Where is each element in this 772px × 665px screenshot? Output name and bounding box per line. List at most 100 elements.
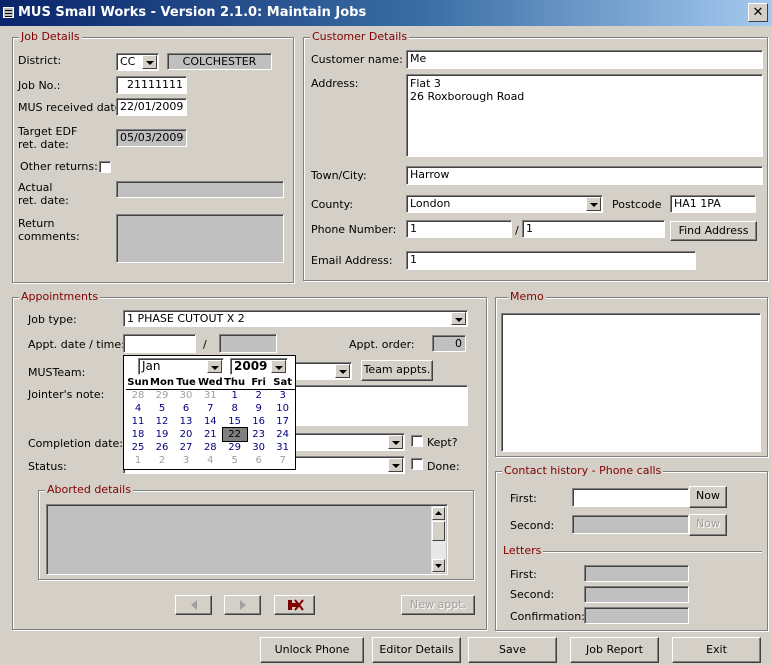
- calendar-day-cell[interactable]: 2: [150, 454, 174, 467]
- calendar-day-cell[interactable]: 8: [223, 402, 247, 415]
- calendar-day-cell[interactable]: 6: [174, 402, 198, 415]
- editor-details-button[interactable]: Editor Details: [372, 637, 461, 663]
- other-returns-checkbox[interactable]: [99, 161, 111, 173]
- calendar-day-cell[interactable]: 26: [150, 441, 174, 454]
- calendar-day-cell[interactable]: 19: [150, 428, 174, 441]
- calendar-day-cell[interactable]: 15: [223, 415, 247, 428]
- county-select[interactable]: London: [406, 195, 603, 213]
- calendar-day-cell[interactable]: 3: [271, 389, 295, 402]
- app-icon[interactable]: [3, 7, 14, 18]
- second-call-now-button[interactable]: Now: [689, 514, 727, 536]
- exit-button[interactable]: Exit: [672, 637, 761, 663]
- calendar-day-cell[interactable]: 27: [174, 441, 198, 454]
- delete-record-button[interactable]: [274, 595, 315, 615]
- chevron-down-icon[interactable]: [142, 55, 157, 69]
- calendar-day-cell[interactable]: 4: [198, 454, 223, 467]
- scroll-up-icon[interactable]: [432, 507, 445, 520]
- calendar-day-cell[interactable]: 31: [271, 441, 295, 454]
- done-checkbox[interactable]: [411, 458, 423, 470]
- phone-number-field[interactable]: 1: [522, 220, 665, 238]
- calendar-day-cell[interactable]: 7: [271, 454, 295, 467]
- calendar-day-cell[interactable]: 28: [126, 389, 150, 402]
- chevron-down-icon[interactable]: [335, 364, 350, 378]
- first-call-now-button[interactable]: Now: [689, 486, 727, 508]
- job-no-field[interactable]: 21111111: [116, 76, 187, 94]
- date-picker-calendar[interactable]: Jan 2009 Sun Mon Tue Wed Thu Fri Sat 28 29 30 31 1…: [123, 355, 296, 470]
- calendar-day-cell[interactable]: 12: [150, 415, 174, 428]
- appointments-title: Appointments: [19, 290, 101, 304]
- calendar-day-cell[interactable]: 11: [126, 415, 150, 428]
- find-address-button[interactable]: Find Address: [670, 221, 757, 241]
- calendar-day-cell[interactable]: 1: [223, 389, 247, 402]
- calendar-day-cell[interactable]: 30: [247, 441, 271, 454]
- calendar-day-header: Fri: [246, 376, 271, 390]
- calendar-month-select[interactable]: Jan: [138, 358, 224, 375]
- chevron-down-icon[interactable]: [586, 197, 601, 211]
- new-appt-button[interactable]: New appt.: [401, 595, 475, 615]
- calendar-day-cell[interactable]: 10: [271, 402, 295, 415]
- calendar-day-cell[interactable]: 18: [126, 428, 150, 441]
- district-code-select[interactable]: CC: [116, 53, 159, 71]
- calendar-day-cell[interactable]: 14: [198, 415, 223, 428]
- calendar-year-select[interactable]: 2009: [230, 358, 288, 375]
- chevron-down-icon[interactable]: [388, 458, 403, 472]
- calendar-day-cell[interactable]: 2: [247, 389, 271, 402]
- calendar-day-cell[interactable]: 24: [271, 428, 295, 441]
- calendar-day-cell[interactable]: 28: [198, 441, 223, 454]
- second-letter-field: [584, 586, 689, 603]
- appt-date-field[interactable]: [123, 334, 196, 353]
- calendar-day-cell[interactable]: 31: [198, 389, 223, 402]
- phone-area-field[interactable]: 1: [406, 220, 512, 238]
- calendar-day-cell[interactable]: 13: [174, 415, 198, 428]
- calendar-day-cell[interactable]: 3: [174, 454, 198, 467]
- first-call-field[interactable]: [572, 488, 689, 507]
- aborted-details-field: [46, 504, 448, 575]
- email-field[interactable]: 1: [406, 251, 696, 270]
- scroll-down-icon[interactable]: [432, 559, 445, 572]
- calendar-day-cell[interactable]: 5: [223, 454, 247, 467]
- postcode-field[interactable]: HA1 1PA: [670, 195, 756, 213]
- job-type-select[interactable]: 1 PHASE CUTOUT X 2: [123, 310, 468, 327]
- second-letter-label: Second:: [510, 588, 555, 601]
- save-button[interactable]: Save: [468, 637, 557, 663]
- kept-checkbox[interactable]: [411, 435, 423, 447]
- calendar-day-cell[interactable]: 6: [247, 454, 271, 467]
- next-record-button[interactable]: [224, 595, 261, 615]
- unlock-phone-calls-button[interactable]: Unlock Phone Calls: [260, 637, 364, 663]
- window-title: MUS Small Works - Version 2.1.0: Maintai…: [18, 5, 367, 20]
- chevron-down-icon[interactable]: [207, 360, 222, 373]
- chevron-down-icon[interactable]: [271, 360, 286, 373]
- customer-name-field[interactable]: Me: [406, 50, 763, 69]
- calendar-day-cell[interactable]: 17: [271, 415, 295, 428]
- prev-record-button[interactable]: [175, 595, 212, 615]
- kept-label: Kept?: [427, 436, 458, 449]
- calendar-day-cell[interactable]: 1: [126, 454, 150, 467]
- actual-ret-label: Actual ret. date:: [18, 181, 69, 207]
- calendar-day-cell[interactable]: 20: [174, 428, 198, 441]
- scroll-thumb[interactable]: [432, 521, 445, 541]
- calendar-day-cell[interactable]: 9: [247, 402, 271, 415]
- calendar-day-cell[interactable]: 16: [247, 415, 271, 428]
- calendar-day-cell[interactable]: 29: [223, 441, 247, 454]
- calendar-grid: Sun Mon Tue Wed Thu Fri Sat 28 29 30 31 1 2 3 4 5 6 7 8 9 1…: [126, 376, 295, 467]
- team-appts-button[interactable]: Team appts.: [361, 360, 433, 381]
- calendar-day-cell[interactable]: 22: [221, 427, 248, 442]
- calendar-day-cell[interactable]: 23: [247, 428, 271, 441]
- aborted-scrollbar[interactable]: [431, 506, 446, 573]
- town-field[interactable]: Harrow: [406, 166, 763, 185]
- calendar-day-cell[interactable]: 21: [198, 428, 223, 441]
- mus-received-field[interactable]: 22/01/2009: [116, 98, 187, 116]
- chevron-down-icon[interactable]: [451, 312, 466, 325]
- close-button[interactable]: ✕: [748, 3, 768, 22]
- calendar-day-cell[interactable]: 29: [150, 389, 174, 402]
- job-report-button[interactable]: Job Report: [570, 637, 659, 663]
- calendar-day-cell[interactable]: 5: [150, 402, 174, 415]
- calendar-day-cell[interactable]: 25: [126, 441, 150, 454]
- chevron-down-icon[interactable]: [388, 435, 403, 449]
- address-field[interactable]: Flat 3 26 Roxborough Road: [406, 74, 763, 157]
- calendar-day-cell[interactable]: 30: [174, 389, 198, 402]
- memo-field[interactable]: [501, 313, 761, 452]
- calendar-day-cell[interactable]: 4: [126, 402, 150, 415]
- first-letter-label: First:: [510, 568, 537, 581]
- calendar-day-cell[interactable]: 7: [198, 402, 223, 415]
